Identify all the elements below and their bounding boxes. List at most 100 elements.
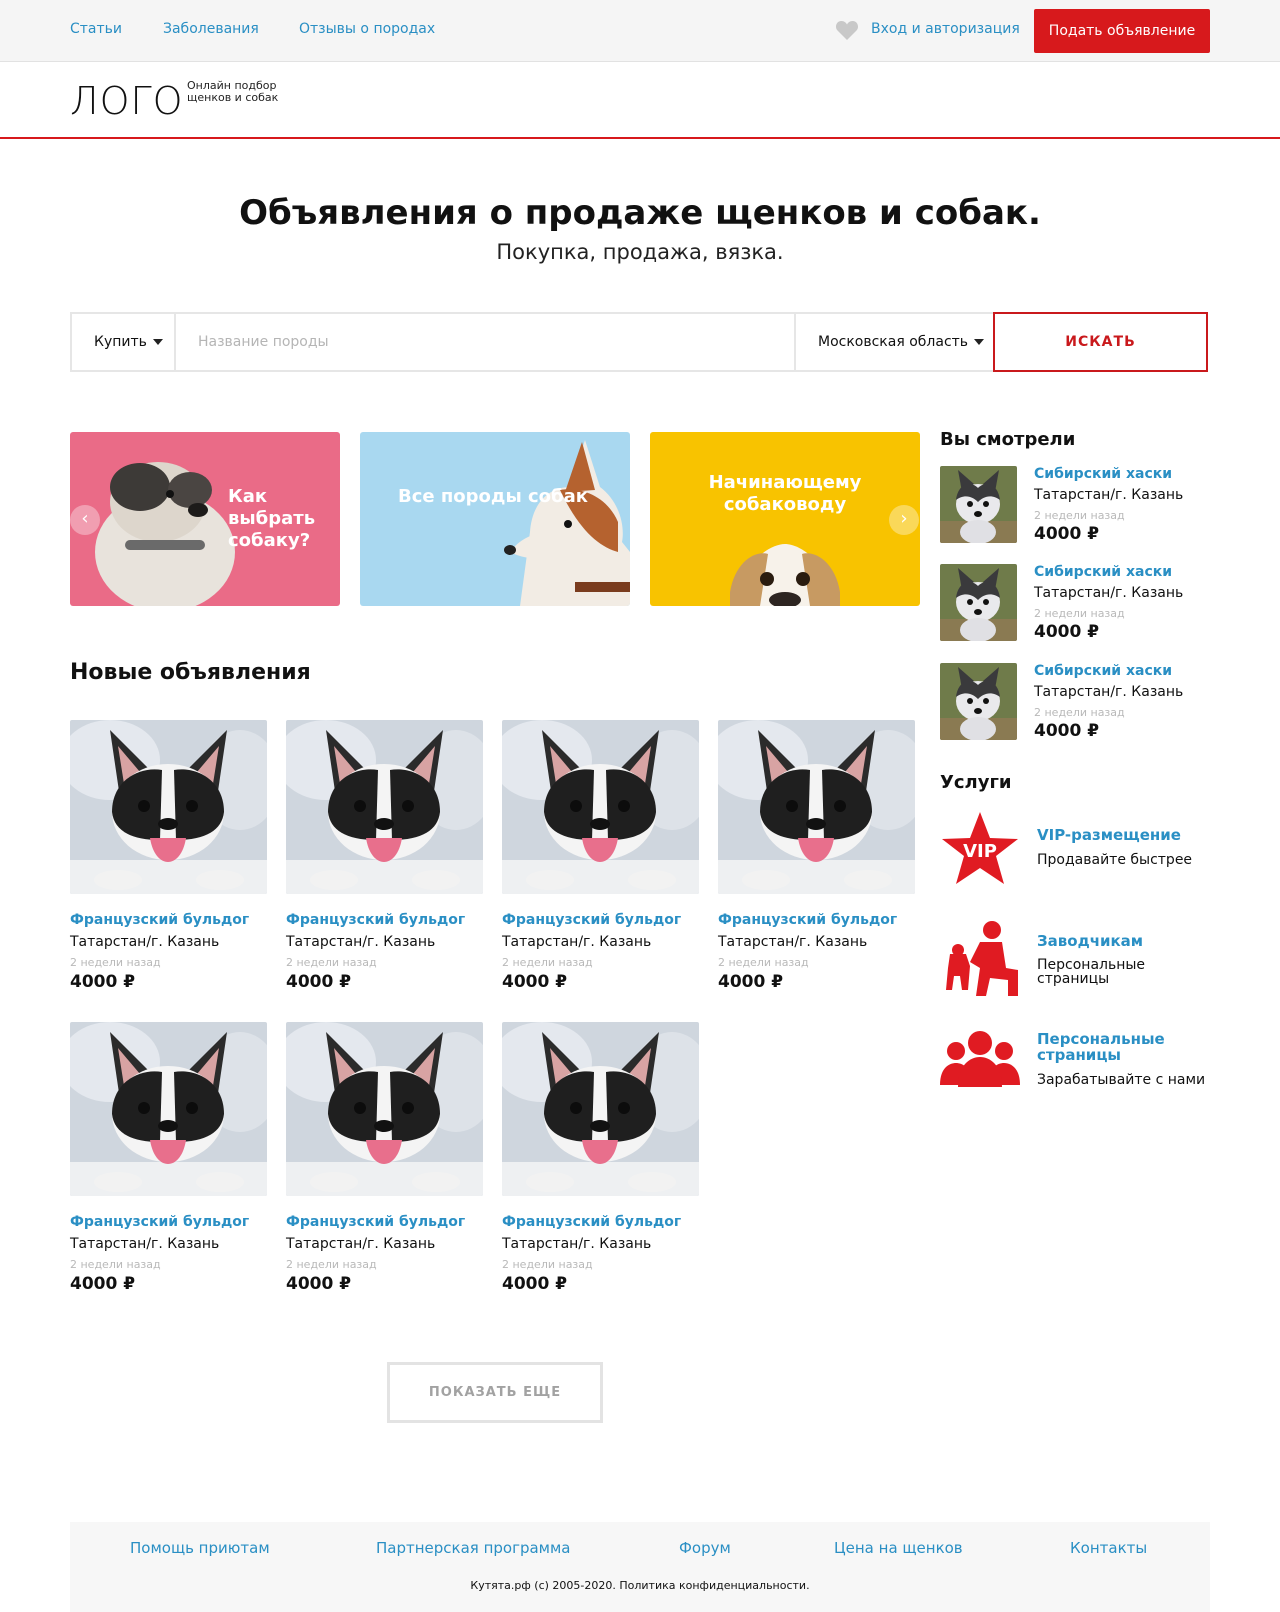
service-breeders[interactable]: Заводчикам Персональные страницы bbox=[940, 918, 1210, 998]
listing-photo[interactable] bbox=[502, 1022, 699, 1196]
viewed-item[interactable]: Сибирский хаски Татарстан/г. Казань 2 неде… bbox=[940, 663, 1210, 743]
footer-link-prices[interactable]: Цена на щенков bbox=[834, 1539, 963, 1557]
listing-photo[interactable] bbox=[286, 1022, 483, 1196]
top-bar: Статьи Заболевания Отзывы о породах Вход… bbox=[0, 0, 1280, 62]
viewed-breed[interactable]: Сибирский хаски bbox=[1034, 663, 1172, 679]
post-ad-button[interactable]: Подать объявление bbox=[1034, 9, 1210, 53]
listing-location: Татарстан/г. Казань bbox=[286, 1236, 436, 1252]
footer-link-shelters[interactable]: Помощь приютам bbox=[130, 1539, 270, 1557]
listing-breed[interactable]: Французский бульдог bbox=[286, 912, 465, 928]
viewed-item[interactable]: Сибирский хаски Татарстан/г. Казань 2 неде… bbox=[940, 564, 1210, 644]
viewed-price: 4000 ₽ bbox=[1034, 721, 1100, 741]
carousel-prev-arrow-icon[interactable]: ‹ bbox=[70, 505, 100, 535]
nav-link-articles[interactable]: Статьи bbox=[70, 21, 122, 37]
listing-date: 2 недели назад bbox=[286, 956, 377, 969]
breeder-with-dog-icon bbox=[946, 921, 1018, 996]
listing-breed[interactable]: Французский бульдог bbox=[502, 912, 681, 928]
vip-icon-text: VIP bbox=[963, 841, 997, 862]
listing-price: 4000 ₽ bbox=[286, 972, 352, 992]
listing-photo[interactable] bbox=[286, 720, 483, 894]
service-personal-pages[interactable]: Персональные страницы Зарабатывайте с на… bbox=[940, 1025, 1210, 1105]
listing-location: Татарстан/г. Казань bbox=[718, 934, 868, 950]
region-select-value: Московская область bbox=[818, 334, 969, 350]
listing-price: 4000 ₽ bbox=[70, 1274, 136, 1294]
listing-location: Татарстан/г. Казань bbox=[502, 1236, 652, 1252]
viewed-breed[interactable]: Сибирский хаски bbox=[1034, 466, 1172, 482]
login-link[interactable]: Вход и авторизация bbox=[871, 21, 1020, 37]
viewed-date: 2 недели назад bbox=[1034, 607, 1125, 620]
viewed-location: Татарстан/г. Казань bbox=[1034, 684, 1184, 700]
listing-date: 2 недели назад bbox=[718, 956, 809, 969]
caret-down-icon bbox=[974, 339, 985, 345]
banner-choose-dog[interactable]: Как выбрать собаку? bbox=[70, 432, 340, 606]
banner-all-breeds[interactable]: Все породы собак bbox=[360, 432, 630, 606]
nav-link-breed-reviews[interactable]: Отзывы о породах bbox=[299, 21, 435, 37]
listing-breed[interactable]: Французский бульдог bbox=[70, 1214, 249, 1230]
logo[interactable]: ЛОГО bbox=[70, 79, 184, 123]
page-title: Объявления о продаже щенков и собак. bbox=[239, 193, 1041, 233]
group-people-icon bbox=[940, 1031, 1020, 1087]
viewed-thumb[interactable] bbox=[940, 466, 1017, 543]
listing-photo[interactable] bbox=[502, 720, 699, 894]
logo-row: ЛОГО Онлайн подбор щенков и собак bbox=[0, 62, 1280, 139]
listing-date: 2 недели назад bbox=[502, 956, 593, 969]
banner-text: Все породы собак bbox=[398, 486, 588, 507]
listing-card[interactable]: Французский бульдог Татарстан/г. Казань 2 … bbox=[502, 720, 699, 1000]
viewed-item[interactable]: Сибирский хаски Татарстан/г. Казань 2 неде… bbox=[940, 466, 1210, 546]
dog-photo bbox=[504, 440, 630, 606]
mode-select-value: Купить bbox=[94, 334, 147, 350]
listing-card[interactable]: Французский бульдог Татарстан/г. Казань 2 … bbox=[286, 1022, 483, 1302]
viewed-thumb[interactable] bbox=[940, 564, 1017, 641]
banner-beginner[interactable]: Начинающему собаководу bbox=[650, 432, 920, 606]
breed-search-input[interactable] bbox=[178, 314, 794, 370]
listing-photo[interactable] bbox=[70, 1022, 267, 1196]
listing-card[interactable]: Французский бульдог Татарстан/г. Казань 2 … bbox=[286, 720, 483, 1000]
show-more-button[interactable]: ПОКАЗАТЬ ЕЩЕ bbox=[387, 1362, 603, 1423]
viewed-price: 4000 ₽ bbox=[1034, 524, 1100, 544]
listing-card[interactable]: Французский бульдог Татарстан/г. Казань 2 … bbox=[718, 720, 915, 1000]
viewed-date: 2 недели назад bbox=[1034, 509, 1125, 522]
viewed-title: Вы смотрели bbox=[940, 429, 1076, 450]
services-title: Услуги bbox=[940, 772, 1012, 793]
new-listings-title: Новые объявления bbox=[70, 660, 311, 685]
listing-price: 4000 ₽ bbox=[502, 972, 568, 992]
listing-card[interactable]: Французский бульдог Татарстан/г. Казань 2 … bbox=[502, 1022, 699, 1302]
viewed-breed[interactable]: Сибирский хаски bbox=[1034, 564, 1172, 580]
mode-select[interactable]: Купить bbox=[72, 314, 176, 370]
carousel-next-arrow-icon[interactable]: › bbox=[889, 505, 919, 535]
listing-price: 4000 ₽ bbox=[502, 1274, 568, 1294]
listing-date: 2 недели назад bbox=[502, 1258, 593, 1271]
heart-icon[interactable] bbox=[835, 19, 859, 41]
vip-star-icon: VIP bbox=[942, 812, 1018, 884]
region-select[interactable]: Московская область bbox=[794, 314, 994, 370]
nav-link-diseases[interactable]: Заболевания bbox=[163, 21, 259, 37]
service-desc: Продавайте быстрее bbox=[1037, 852, 1193, 868]
search-button[interactable]: ИСКАТЬ bbox=[993, 312, 1208, 372]
listing-breed[interactable]: Французский бульдог bbox=[502, 1214, 681, 1230]
logo-tagline: Онлайн подбор щенков и собак bbox=[187, 79, 279, 104]
footer-link-contacts[interactable]: Контакты bbox=[1070, 1539, 1147, 1557]
listing-price: 4000 ₽ bbox=[718, 972, 784, 992]
service-title: Персональные страницы bbox=[1037, 1030, 1165, 1064]
service-title: VIP-размещение bbox=[1037, 826, 1181, 844]
listing-date: 2 недели назад bbox=[70, 1258, 161, 1271]
listing-breed[interactable]: Французский бульдог bbox=[718, 912, 897, 928]
footer-link-forum[interactable]: Форум bbox=[679, 1539, 731, 1557]
listing-photo[interactable] bbox=[70, 720, 267, 894]
listing-date: 2 недели назад bbox=[70, 956, 161, 969]
viewed-thumb[interactable] bbox=[940, 663, 1017, 740]
listing-breed[interactable]: Французский бульдог bbox=[70, 912, 249, 928]
listing-photo[interactable] bbox=[718, 720, 915, 894]
service-vip[interactable]: VIP VIP-размещение Продавайте быстрее bbox=[940, 812, 1210, 892]
viewed-location: Татарстан/г. Казань bbox=[1034, 487, 1184, 503]
footer: Помощь приютам Партнерская программа Фор… bbox=[70, 1522, 1210, 1612]
listing-breed[interactable]: Французский бульдог bbox=[286, 1214, 465, 1230]
listing-card[interactable]: Французский бульдог Татарстан/г. Казань 2 … bbox=[70, 1022, 267, 1302]
service-desc: Персональные страницы bbox=[1037, 957, 1146, 987]
service-title: Заводчикам bbox=[1037, 932, 1144, 950]
caret-down-icon bbox=[152, 339, 163, 345]
footer-link-partners[interactable]: Партнерская программа bbox=[376, 1539, 571, 1557]
listing-card[interactable]: Французский бульдог Татарстан/г. Казань 2 … bbox=[70, 720, 267, 1000]
listing-location: Татарстан/г. Казань bbox=[70, 934, 220, 950]
listing-location: Татарстан/г. Казань bbox=[502, 934, 652, 950]
